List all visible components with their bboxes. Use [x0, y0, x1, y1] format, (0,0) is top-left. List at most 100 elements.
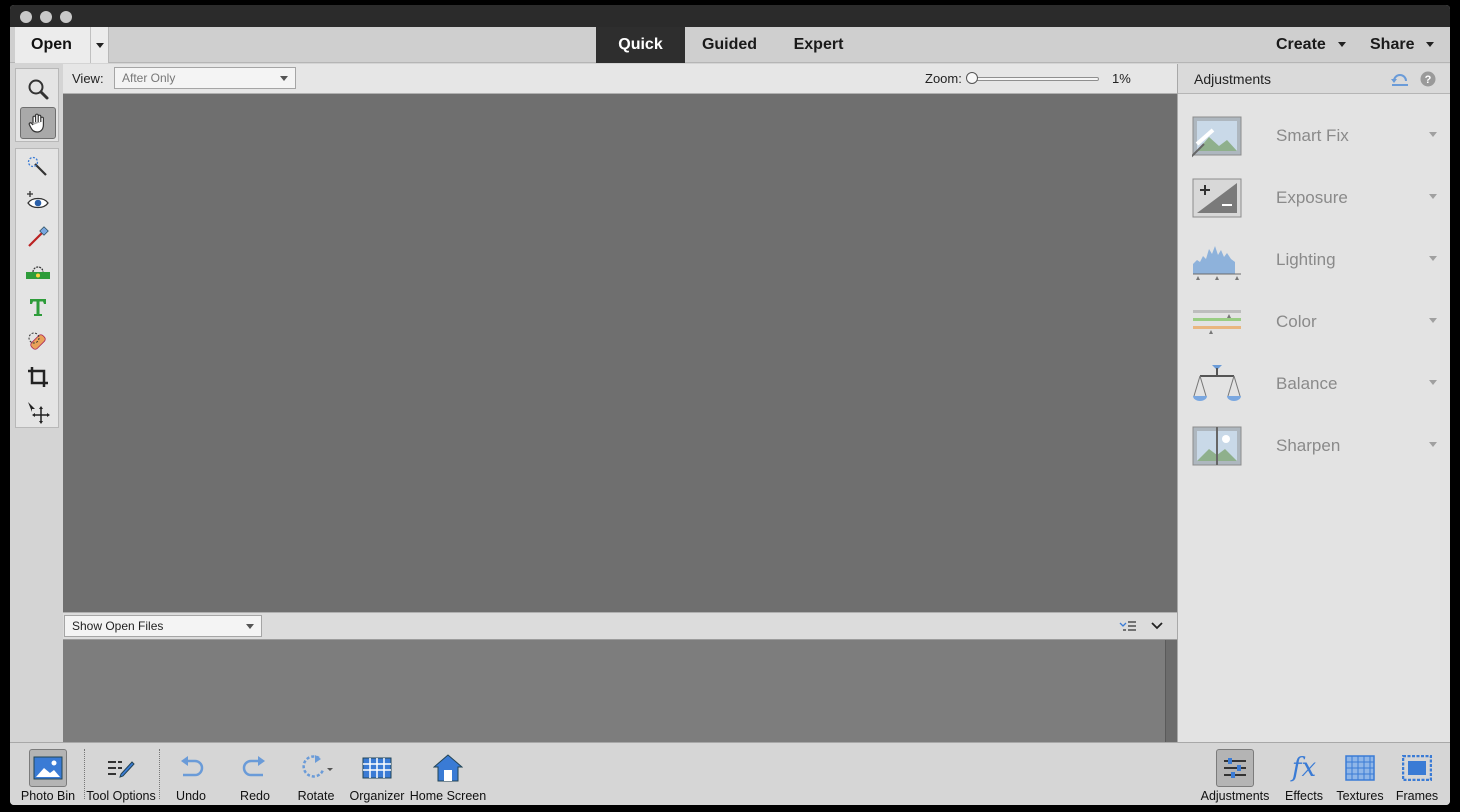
title-bar [10, 5, 1450, 27]
photo-bin-button[interactable]: Photo Bin [14, 743, 82, 805]
chevron-down-icon [1429, 194, 1437, 199]
create-menu-label: Create [1276, 36, 1326, 53]
tab-guided[interactable]: Guided [685, 27, 774, 63]
view-dropdown[interactable]: After Only [114, 67, 296, 89]
separator [159, 749, 160, 799]
hand-tool[interactable] [20, 107, 56, 139]
effects-icon: fx [1291, 753, 1317, 783]
share-menu[interactable]: Share [1370, 36, 1434, 54]
tool-options-label: Tool Options [86, 789, 156, 803]
redo-label: Redo [240, 789, 270, 803]
tool-options-button[interactable]: Tool Options [84, 743, 158, 805]
adjustments-panel: Adjustments ? Smart Fix Exposure Lightin… [1177, 64, 1450, 742]
adjustment-exposure[interactable]: Exposure [1178, 169, 1450, 231]
photo-bin-header: Show Open Files [63, 612, 1177, 640]
red-eye-tool[interactable] [20, 186, 56, 218]
undo-button[interactable]: Undo [165, 743, 217, 805]
adjustment-balance[interactable]: Balance [1178, 355, 1450, 417]
tab-quick[interactable]: Quick [596, 27, 685, 63]
tab-expert[interactable]: Expert [774, 27, 863, 63]
open-button[interactable]: Open [15, 27, 109, 63]
reset-icon[interactable] [1390, 71, 1410, 87]
whiten-teeth-tool[interactable] [20, 221, 56, 253]
bin-source-dropdown[interactable]: Show Open Files [64, 615, 262, 637]
bottom-taskbar: Photo Bin Tool Options Undo Redo Rotate … [10, 742, 1450, 805]
chevron-down-icon [1426, 42, 1434, 47]
adjustment-sharpen[interactable]: Sharpen [1178, 417, 1450, 479]
quick-selection-icon [27, 156, 47, 176]
chevron-down-icon [280, 76, 288, 81]
undo-label: Undo [176, 789, 206, 803]
adjustments-label: Adjustments [1200, 789, 1270, 803]
home-icon [429, 749, 467, 787]
create-menu[interactable]: Create [1276, 36, 1346, 54]
close-window-button[interactable] [20, 11, 32, 23]
photo-bin-label: Photo Bin [20, 789, 76, 803]
zoom-slider-track[interactable] [973, 77, 1099, 81]
chevron-down-icon [1429, 380, 1437, 385]
photo-bin-icon [29, 749, 67, 787]
effects-label: Effects [1285, 789, 1323, 803]
panel-title: Adjustments [1194, 71, 1272, 87]
photo-bin-area[interactable] [63, 640, 1177, 742]
zoom-window-button[interactable] [60, 11, 72, 23]
panel-header: Adjustments ? [1178, 64, 1450, 94]
collapse-bin-icon[interactable] [1151, 621, 1163, 631]
adjustment-label: Lighting [1276, 250, 1336, 269]
frames-label: Frames [1395, 789, 1439, 803]
organizer-icon [358, 749, 396, 787]
image-canvas[interactable] [63, 94, 1177, 612]
move-tool[interactable] [20, 396, 56, 428]
color-icon [1193, 310, 1241, 334]
move-icon [28, 402, 50, 424]
smart-fix-icon [1192, 116, 1242, 158]
spot-healing-tool[interactable] [20, 326, 56, 358]
bin-options-icon[interactable] [1119, 620, 1137, 634]
zoom-tool[interactable] [20, 73, 56, 105]
effects-button[interactable]: fx Effects [1278, 743, 1330, 805]
redo-button[interactable]: Redo [229, 743, 281, 805]
zoom-value: 1% [1112, 71, 1131, 86]
quick-selection-tool[interactable] [20, 151, 56, 183]
adjustment-color[interactable]: Color [1178, 293, 1450, 355]
zoom-label: Zoom: [925, 71, 962, 86]
zoom-slider-thumb[interactable] [966, 72, 978, 84]
textures-button[interactable]: Textures [1334, 743, 1386, 805]
adjustments-button[interactable]: Adjustments [1200, 743, 1270, 805]
svg-text:?: ? [1425, 74, 1432, 86]
type-tool[interactable] [20, 291, 56, 323]
whiten-teeth-icon [28, 226, 49, 247]
balance-icon [1193, 365, 1241, 401]
adjustment-lighting[interactable]: Lighting [1178, 231, 1450, 293]
frames-icon [1398, 749, 1436, 787]
options-bar: View: After Only Zoom: 1% [63, 64, 1177, 94]
frames-button[interactable]: Frames [1392, 743, 1442, 805]
spot-healing-icon [28, 332, 46, 350]
bin-scrollbar[interactable] [1165, 640, 1177, 742]
redo-icon [236, 749, 274, 787]
open-button-label: Open [31, 36, 72, 53]
crop-icon [28, 367, 48, 387]
view-dropdown-value: After Only [122, 71, 176, 85]
chevron-down-icon [1338, 42, 1346, 47]
help-icon[interactable]: ? [1420, 71, 1436, 87]
chevron-down-icon [246, 624, 254, 629]
rotate-label: Rotate [297, 789, 335, 803]
organizer-label: Organizer [349, 789, 405, 803]
straighten-tool[interactable] [20, 256, 56, 288]
view-tools-group [15, 68, 59, 142]
adjustment-smart-fix[interactable]: Smart Fix [1178, 107, 1450, 169]
chevron-down-icon [96, 43, 104, 48]
home-screen-label: Home Screen [409, 789, 487, 803]
textures-label: Textures [1336, 789, 1384, 803]
type-icon [30, 299, 46, 316]
open-recent-dropdown[interactable] [90, 27, 108, 63]
minimize-window-button[interactable] [40, 11, 52, 23]
adjustment-label: Smart Fix [1276, 126, 1349, 145]
organizer-button[interactable]: Organizer [348, 743, 406, 805]
crop-tool[interactable] [20, 361, 56, 393]
rotate-button[interactable]: Rotate [290, 743, 342, 805]
adjustments-icon [1216, 749, 1254, 787]
home-screen-button[interactable]: Home Screen [408, 743, 488, 805]
zoom-icon [28, 79, 49, 100]
